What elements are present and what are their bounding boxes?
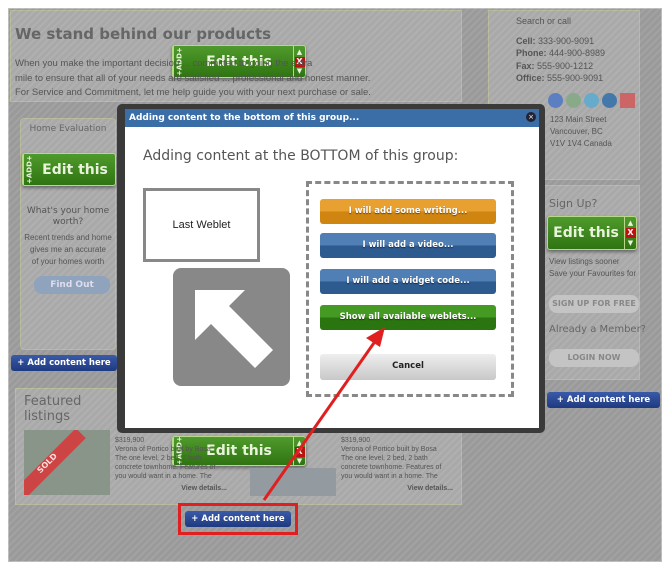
move-up-icon[interactable]: ▲ <box>628 219 633 227</box>
address-line: V1V 1V4 Canada <box>550 138 612 148</box>
contact-value: 333-900-9091 <box>538 35 595 46</box>
listing-item: $319,900 Verona of Portico built by Bosa… <box>341 436 453 493</box>
text-line: gives me an accurate <box>29 245 107 254</box>
home-evaluation-content: Home Evaluation What's your home worth? … <box>20 118 116 294</box>
text-line: Save your Favourites for <box>549 269 637 278</box>
add-writing-button[interactable]: I will add some writing... <box>320 199 496 224</box>
contact-value: 555-900-9091 <box>547 73 604 83</box>
signup-button[interactable]: SIGN UP FOR FREE <box>549 295 639 313</box>
address-line: 123 Main Street <box>550 114 607 124</box>
text-line: concrete townhome. Features of <box>115 464 216 471</box>
text-line: Verona of Portico built by Bosa <box>341 446 437 453</box>
view-details-link[interactable]: View details... <box>115 484 227 493</box>
contact-key: Phone: <box>516 48 547 58</box>
dialog-title: Adding content to the bottom of this gro… <box>125 109 539 127</box>
text-line: The one level, 2 bed, 2 bath <box>341 455 428 462</box>
facebook-icon[interactable] <box>548 92 563 108</box>
address-line: Vancouver, BC <box>550 126 603 136</box>
edit-this-button[interactable]: Edit this <box>548 225 624 241</box>
add-content-button[interactable]: + Add content here <box>11 355 117 371</box>
listing-photo[interactable]: SOLD <box>24 430 110 495</box>
listing-photo[interactable] <box>250 468 336 496</box>
youtube-icon[interactable] <box>620 92 635 108</box>
arrow-up-left-icon <box>173 268 290 386</box>
login-button[interactable]: LOGIN NOW <box>549 349 639 367</box>
add-widget-code-button[interactable]: I will add a widget code... <box>320 269 496 294</box>
contact-value: 555-900-1212 <box>537 60 594 71</box>
dialog-heading: Adding content at the BOTTOM of this gro… <box>143 148 459 164</box>
last-weblet-box: Last Weblet <box>143 188 260 262</box>
listing-price: $319,900 <box>341 437 371 444</box>
linkedin-icon[interactable] <box>602 92 617 108</box>
contact-value: 444-900-8989 <box>549 48 606 58</box>
text-line: of your homes worth <box>31 257 105 266</box>
intro-paragraph: When you make the important decision ...… <box>15 57 460 101</box>
text-line: The one level, 2 bed, 2 bath <box>115 455 202 462</box>
cancel-button[interactable]: Cancel <box>320 354 496 380</box>
widget-question: What's your home worth? <box>26 206 110 227</box>
contact-row: Phone: 444-900-8989 <box>516 47 640 60</box>
text-line: concrete townhome. Features of <box>341 464 442 471</box>
move-down-icon[interactable]: ▼ <box>297 457 302 465</box>
flickr-icon[interactable] <box>566 92 581 108</box>
sold-ribbon: SOLD <box>24 430 86 495</box>
section-title: Featured listings <box>24 394 82 424</box>
delete-button[interactable]: X <box>625 228 636 238</box>
contact-key: Office: <box>516 73 545 83</box>
contact-row: Office: 555-900-9091 <box>516 72 640 85</box>
twitter-icon[interactable] <box>584 92 599 108</box>
add-content-button-highlighted[interactable]: + Add content here <box>185 511 291 527</box>
text-line: mile to ensure that all of your needs ar… <box>15 72 371 84</box>
view-details-link[interactable]: View details... <box>341 484 453 493</box>
text-line: you would want in a home. The <box>341 473 438 480</box>
contact-row: Fax: 555-900-1212 <box>516 60 640 73</box>
move-down-icon[interactable]: ▼ <box>628 239 633 247</box>
text-line: View listings sooner <box>549 257 620 266</box>
show-all-weblets-button[interactable]: Show all available weblets... <box>320 305 496 330</box>
search-call-label: Search or call <box>516 16 572 26</box>
contact-key: Fax: <box>516 60 535 71</box>
signup-text: View listings sooner Save your Favourite… <box>549 256 636 280</box>
member-title: Already a Member? <box>549 324 646 335</box>
listing-price: $319,900 <box>115 437 145 444</box>
delete-button[interactable]: X <box>294 447 305 457</box>
move-up-icon[interactable]: ▲ <box>297 439 302 447</box>
contact-row: Cell: 333-900-9091 <box>516 35 640 48</box>
text-line: Recent trends and home <box>24 233 112 242</box>
contact-key: Cell: <box>516 35 536 46</box>
move-up-icon[interactable]: ▲ <box>297 48 302 56</box>
find-out-button[interactable]: Find Out <box>34 276 110 294</box>
text-line: Verona of Portico built by Bosa <box>115 446 211 453</box>
close-icon[interactable]: × <box>526 112 536 122</box>
edit-this-toolbar[interactable]: Edit this ▲ X ▼ <box>547 216 637 250</box>
text-line: you would want in a home. The <box>115 473 212 480</box>
text-line: When you make the important decision ...… <box>15 58 313 69</box>
text-line: For Service and Commitment, let me help … <box>15 87 371 98</box>
signup-title: Sign Up? <box>549 197 598 210</box>
widget-title: Home Evaluation <box>29 124 107 134</box>
add-content-button[interactable]: + Add content here <box>547 392 660 408</box>
add-video-button[interactable]: I will add a video... <box>320 233 496 258</box>
page-heading: We stand behind our products <box>15 25 272 43</box>
listing-item: $319,900 Verona of Portico built by Bosa… <box>115 436 227 493</box>
